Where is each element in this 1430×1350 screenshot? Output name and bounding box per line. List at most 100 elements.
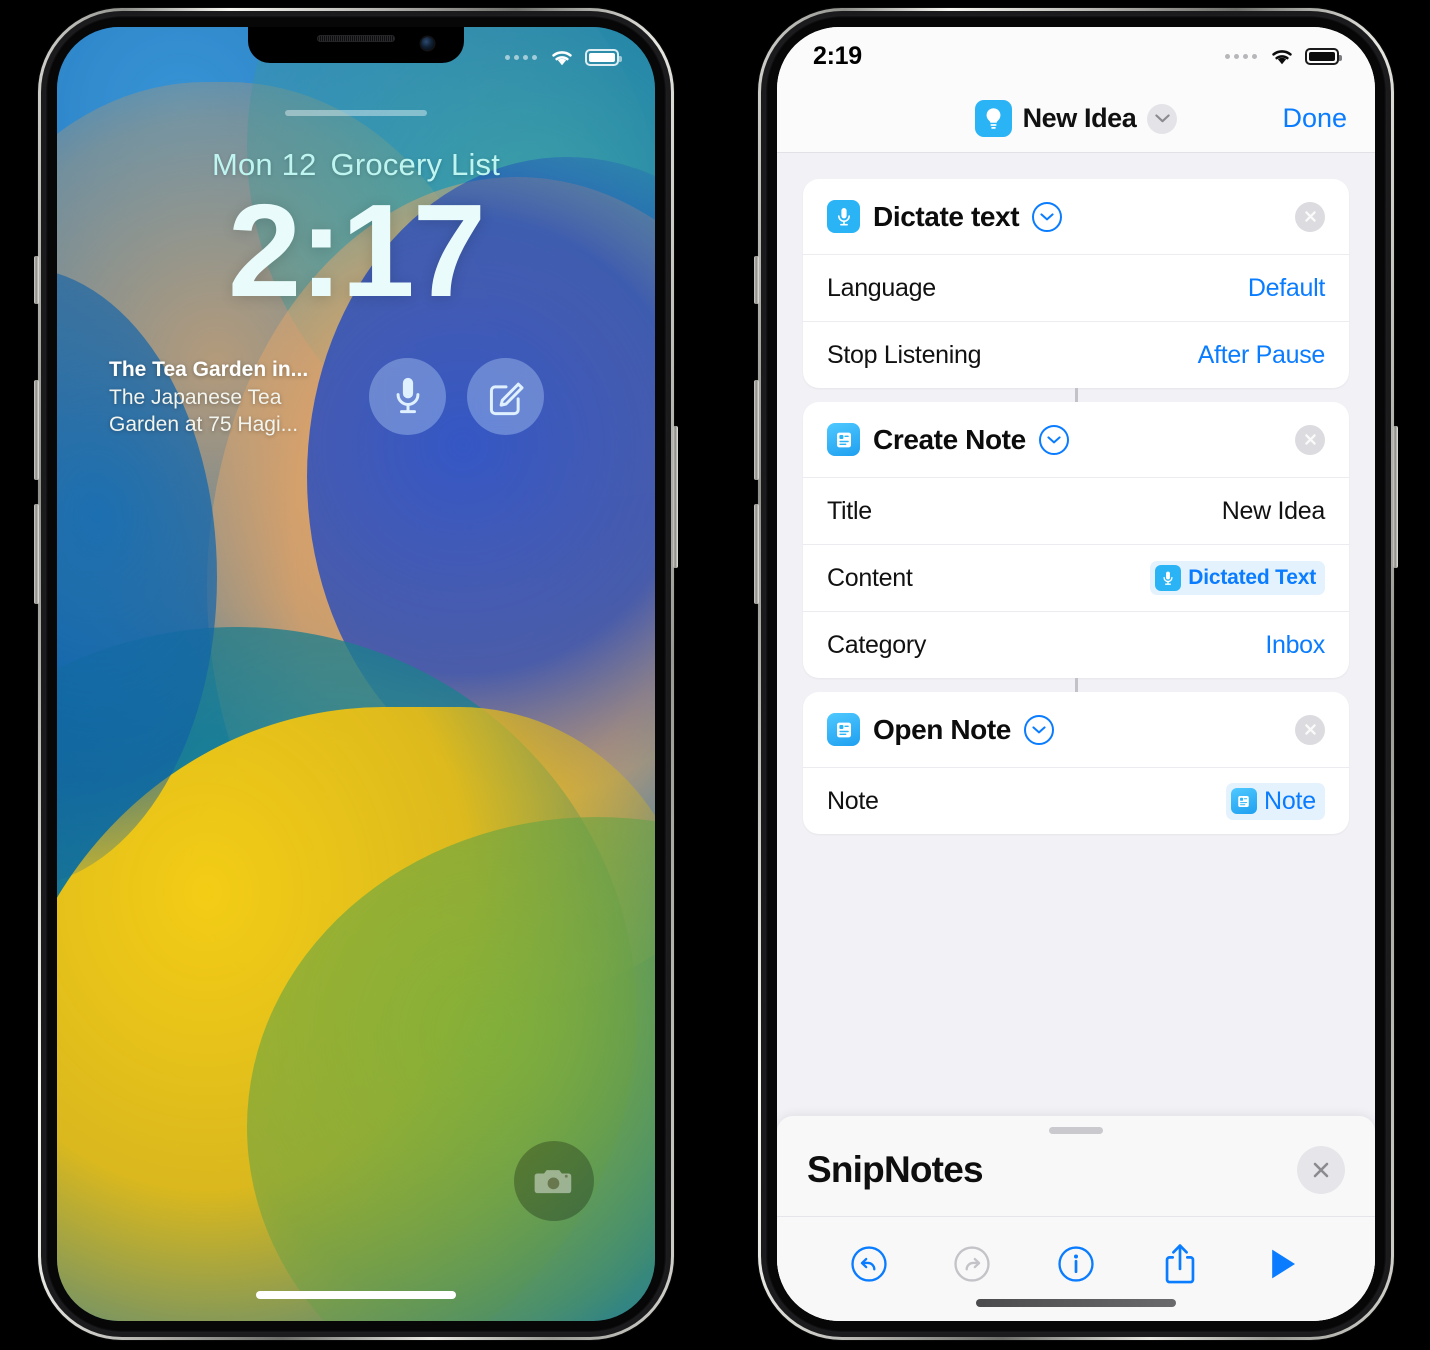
- share-icon: [1165, 1244, 1194, 1284]
- actions-scroll-area[interactable]: Dictate text Language Default Stop Liste…: [777, 153, 1375, 1321]
- action-title: Create Note: [873, 423, 1026, 455]
- home-indicator[interactable]: [976, 1299, 1176, 1307]
- microphone-icon: [827, 200, 860, 233]
- chevron-down-icon[interactable]: [1147, 103, 1178, 134]
- front-camera-icon: [421, 37, 434, 50]
- info-icon: [1058, 1246, 1094, 1282]
- battery-full-icon: [585, 48, 622, 66]
- play-icon: [1272, 1249, 1296, 1279]
- action-connector: [1074, 388, 1078, 402]
- chevron-down-icon[interactable]: [1032, 201, 1063, 232]
- note-icon: [827, 713, 860, 746]
- parameter-value[interactable]: Default: [1248, 274, 1325, 303]
- action-connector: [1074, 678, 1078, 692]
- sheet-grabber[interactable]: [1049, 1127, 1103, 1134]
- ringer-switch[interactable]: [754, 256, 759, 304]
- status-underline: [285, 110, 427, 116]
- parameter-row[interactable]: Title New Idea: [803, 477, 1349, 544]
- undo-icon: [851, 1246, 887, 1282]
- close-circle-icon[interactable]: [1295, 424, 1325, 455]
- ringer-switch[interactable]: [34, 256, 39, 304]
- chevron-down-icon[interactable]: [1038, 424, 1069, 455]
- volume-down-button[interactable]: [754, 504, 759, 604]
- signal-dots-icon: [505, 54, 537, 60]
- action-header[interactable]: Create Note: [803, 402, 1349, 477]
- shortcut-name: New Idea: [1022, 103, 1137, 133]
- parameter-row[interactable]: Note Note: [803, 767, 1349, 834]
- microphone-icon: [1155, 565, 1182, 591]
- action-card[interactable]: Dictate text Language Default Stop Liste…: [803, 179, 1349, 388]
- close-circle-icon[interactable]: [1295, 201, 1325, 232]
- action-title: Open Note: [873, 713, 1011, 745]
- parameter-label: Language: [827, 273, 936, 302]
- parameter-label: Stop Listening: [827, 340, 982, 369]
- sheet-header: SnipNotes: [777, 1134, 1375, 1216]
- lock-widget-note[interactable]: The Tea Garden in... The Japanese Tea Ga…: [109, 357, 339, 439]
- action-title: Dictate text: [873, 200, 1020, 232]
- wifi-icon: [552, 50, 572, 65]
- editor-toolbar: [777, 1216, 1375, 1293]
- actions-list: Dictate text Language Default Stop Liste…: [777, 179, 1375, 834]
- lock-widget-body: The Japanese Tea Garden at 75 Hagi...: [109, 386, 299, 436]
- note-icon: [827, 423, 860, 456]
- left-phone-device: Mon 12 Grocery List 2:17 The Tea Garden i…: [34, 8, 678, 1340]
- action-card[interactable]: Open Note Note Note: [803, 692, 1349, 834]
- volume-down-button[interactable]: [34, 504, 39, 604]
- shortcuts-editor: 2:19 New Idea Done Dictate text Language…: [777, 27, 1375, 1321]
- variable-token[interactable]: Note: [1225, 782, 1325, 820]
- parameter-label: Note: [827, 786, 879, 815]
- close-icon[interactable]: [1297, 1146, 1345, 1194]
- parameter-label: Title: [827, 496, 872, 525]
- done-button[interactable]: Done: [1282, 103, 1347, 134]
- parameter-value[interactable]: Inbox: [1265, 631, 1325, 660]
- action-header[interactable]: Open Note: [803, 692, 1349, 767]
- info-button[interactable]: [1024, 1235, 1128, 1293]
- undo-button[interactable]: [817, 1235, 921, 1293]
- status-bar: 2:19: [777, 27, 1375, 85]
- action-card[interactable]: Create Note Title New Idea Content Dicta…: [803, 402, 1349, 678]
- camera-shortcut-button[interactable]: [514, 1141, 594, 1221]
- home-indicator[interactable]: [256, 1291, 456, 1299]
- parameter-row[interactable]: Content Dictated Text: [803, 544, 1349, 611]
- battery-full-icon: [1305, 47, 1342, 65]
- action-header[interactable]: Dictate text: [803, 179, 1349, 254]
- token-label: Dictated Text: [1188, 566, 1316, 589]
- parameter-label: Category: [827, 630, 927, 659]
- earpiece-speaker-icon: [317, 35, 395, 42]
- redo-button: [921, 1235, 1025, 1293]
- redo-icon: [954, 1246, 991, 1282]
- parameter-row[interactable]: Category Inbox: [803, 611, 1349, 678]
- token-label: Note: [1263, 786, 1316, 815]
- volume-up-button[interactable]: [34, 380, 39, 480]
- note-icon: [1230, 788, 1257, 814]
- right-phone-device: 2:19 New Idea Done Dictate text Language…: [754, 8, 1398, 1340]
- lock-date-row: Mon 12 Grocery List 2:17: [57, 147, 655, 317]
- lightbulb-icon: [974, 100, 1012, 137]
- parameter-row[interactable]: Language Default: [803, 254, 1349, 321]
- lock-widget-title: The Tea Garden in...: [109, 358, 309, 381]
- lock-action-buttons: [369, 358, 544, 435]
- navigation-bar: New Idea Done: [777, 85, 1375, 153]
- wifi-icon: [1272, 49, 1292, 64]
- compose-pencil-icon: [489, 382, 523, 415]
- share-button[interactable]: [1128, 1235, 1232, 1293]
- close-circle-icon[interactable]: [1295, 714, 1325, 745]
- app-name: SnipNotes: [807, 1149, 984, 1190]
- device-notch: [248, 27, 464, 63]
- microphone-icon: [396, 377, 419, 413]
- power-button[interactable]: [1393, 426, 1398, 568]
- chevron-down-icon[interactable]: [1023, 714, 1054, 745]
- volume-up-button[interactable]: [754, 380, 759, 480]
- app-sheet: SnipNotes: [777, 1116, 1375, 1321]
- signal-dots-icon: [1225, 53, 1257, 59]
- power-button[interactable]: [673, 426, 678, 568]
- lock-time: 2:17: [227, 177, 486, 324]
- mic-action-button[interactable]: [369, 358, 446, 435]
- parameter-label: Content: [827, 563, 913, 592]
- run-button[interactable]: [1231, 1235, 1335, 1293]
- compose-action-button[interactable]: [467, 358, 544, 435]
- parameter-value[interactable]: After Pause: [1198, 341, 1326, 370]
- parameter-row[interactable]: Stop Listening After Pause: [803, 321, 1349, 388]
- parameter-value[interactable]: New Idea: [1222, 497, 1326, 526]
- variable-token[interactable]: Dictated Text: [1150, 561, 1325, 595]
